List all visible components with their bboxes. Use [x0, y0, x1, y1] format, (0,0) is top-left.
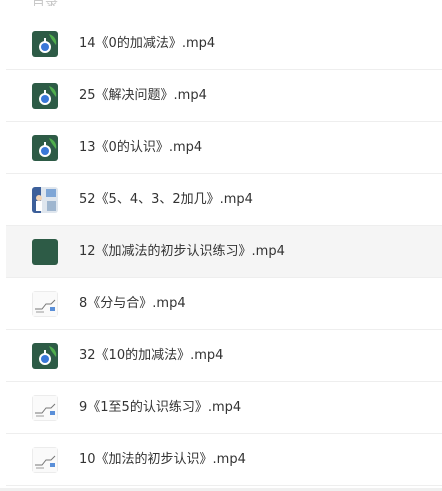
file-name: 25《解决问题》.mp4 — [79, 88, 207, 103]
video-thumbnail-green-icon — [32, 343, 58, 369]
video-thumbnail-photo — [32, 187, 58, 213]
video-thumbnail-sketch — [32, 395, 58, 421]
file-row-selected[interactable]: 12《加减法的初步认识练习》.mp4 — [6, 226, 442, 278]
file-row[interactable]: 13《0的认识》.mp4 — [6, 122, 442, 174]
file-row[interactable]: 10《加法的初步认识》.mp4 — [6, 434, 442, 486]
file-row[interactable]: 8《分与合》.mp4 — [6, 278, 442, 330]
video-thumbnail-sketch — [32, 447, 58, 473]
file-list: 目录 14《0的加减法》.mp4 25《解决问题》.mp4 — [0, 0, 442, 491]
file-row[interactable]: 9《1至5的认识练习》.mp4 — [6, 382, 442, 434]
file-row[interactable]: 32《10的加减法》.mp4 — [6, 330, 442, 382]
file-name: 52《5、4、3、2加几》.mp4 — [79, 192, 253, 207]
file-name: 32《10的加减法》.mp4 — [79, 348, 224, 363]
video-thumbnail-sketch — [32, 291, 58, 317]
video-thumbnail-green-icon — [32, 31, 58, 57]
file-name: 13《0的认识》.mp4 — [79, 140, 203, 155]
file-name: 14《0的加减法》.mp4 — [79, 36, 216, 51]
video-thumbnail-green-icon — [32, 135, 58, 161]
file-row[interactable]: 25《解决问题》.mp4 — [6, 70, 442, 122]
file-row[interactable]: 14《0的加减法》.mp4 — [6, 18, 442, 70]
file-name: 8《分与合》.mp4 — [79, 296, 186, 311]
file-row[interactable]: 52《5、4、3、2加几》.mp4 — [6, 174, 442, 226]
video-thumbnail-green-icon — [32, 83, 58, 109]
file-name: 10《加法的初步认识》.mp4 — [79, 452, 246, 467]
list-header-fragment: 目录 — [32, 0, 58, 6]
file-name: 9《1至5的认识练习》.mp4 — [79, 400, 242, 415]
file-name: 12《加减法的初步认识练习》.mp4 — [79, 244, 285, 259]
video-thumbnail-dark-green — [32, 239, 58, 265]
